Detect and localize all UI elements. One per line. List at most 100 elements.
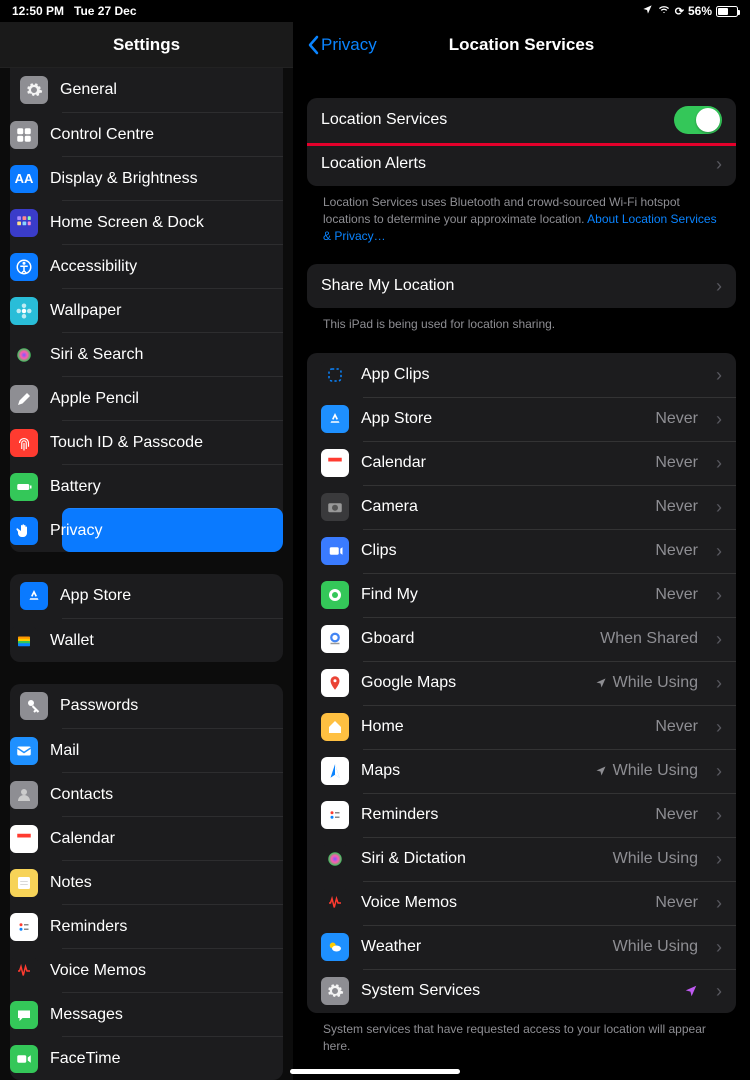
sidebar-item-passwords[interactable]: Passwords bbox=[10, 684, 283, 728]
toggle-label: Location Services bbox=[321, 111, 447, 129]
person-icon bbox=[10, 781, 38, 809]
sidebar-item-label: Home Screen & Dock bbox=[50, 214, 204, 232]
sidebar-item-contacts[interactable]: Contacts bbox=[62, 772, 283, 816]
app-row-calendar[interactable]: CalendarNever› bbox=[307, 441, 736, 485]
home-indicator[interactable] bbox=[290, 1069, 460, 1074]
sidebar-item-label: Battery bbox=[50, 478, 101, 496]
share-my-location-row[interactable]: Share My Location › bbox=[307, 264, 736, 308]
sidebar-item-label: General bbox=[60, 81, 117, 99]
wx-icon bbox=[321, 933, 349, 961]
app-row-camera[interactable]: CameraNever› bbox=[307, 485, 736, 529]
mail-icon bbox=[10, 737, 38, 765]
cam-icon bbox=[321, 493, 349, 521]
chevron-right-icon: › bbox=[716, 981, 722, 1002]
sidebar-item-siri-search[interactable]: Siri & Search bbox=[62, 332, 283, 376]
app-row-reminders[interactable]: RemindersNever› bbox=[307, 793, 736, 837]
location-icon bbox=[642, 4, 653, 18]
chevron-right-icon: › bbox=[716, 585, 722, 606]
app-value: Never bbox=[655, 410, 698, 428]
back-button[interactable]: Privacy bbox=[307, 35, 377, 55]
sidebar-item-home-screen-dock[interactable]: Home Screen & Dock bbox=[62, 200, 283, 244]
rotation-lock-icon: ⟳ bbox=[675, 5, 684, 18]
sidebar-item-mail[interactable]: Mail bbox=[62, 728, 283, 772]
sidebar-item-label: Passwords bbox=[60, 697, 138, 715]
A-icon bbox=[20, 582, 48, 610]
sidebar-item-voice-memos[interactable]: Voice Memos bbox=[62, 948, 283, 992]
chevron-right-icon: › bbox=[716, 276, 722, 297]
app-value: While Using bbox=[595, 674, 698, 692]
app-value: Never bbox=[655, 718, 698, 736]
finger-icon bbox=[10, 429, 38, 457]
sidebar-item-label: App Store bbox=[60, 587, 131, 605]
app-row-app-clips[interactable]: App Clips› bbox=[307, 353, 736, 397]
key-icon bbox=[20, 692, 48, 720]
batt-icon bbox=[10, 473, 38, 501]
ft-icon bbox=[10, 1045, 38, 1073]
app-row-weather[interactable]: WeatherWhile Using› bbox=[307, 925, 736, 969]
home-icon bbox=[321, 713, 349, 741]
chevron-left-icon bbox=[307, 35, 319, 55]
app-label: System Services bbox=[361, 982, 480, 1000]
sidebar-item-touch-id-passcode[interactable]: Touch ID & Passcode bbox=[62, 420, 283, 464]
back-label: Privacy bbox=[321, 35, 377, 55]
app-row-app-store[interactable]: App StoreNever› bbox=[307, 397, 736, 441]
location-services-toggle-row[interactable]: Location Services bbox=[307, 98, 736, 142]
wallet-icon bbox=[10, 627, 38, 655]
sidebar-item-display-brightness[interactable]: AADisplay & Brightness bbox=[62, 156, 283, 200]
sidebar-item-notes[interactable]: Notes bbox=[62, 860, 283, 904]
sidebar-item-label: Wallet bbox=[50, 632, 94, 650]
app-row-voice-memos[interactable]: Voice MemosNever› bbox=[307, 881, 736, 925]
sidebar-item-battery[interactable]: Battery bbox=[62, 464, 283, 508]
chevron-right-icon: › bbox=[716, 453, 722, 474]
app-value: Never bbox=[655, 806, 698, 824]
sidebar-item-facetime[interactable]: FaceTime bbox=[62, 1036, 283, 1080]
sidebar-item-messages[interactable]: Messages bbox=[62, 992, 283, 1036]
app-row-system-services[interactable]: System Services › bbox=[307, 969, 736, 1013]
app-row-siri-dictation[interactable]: Siri & DictationWhile Using› bbox=[307, 837, 736, 881]
sidebar-item-label: Mail bbox=[50, 742, 79, 760]
app-row-google-maps[interactable]: Google MapsWhile Using› bbox=[307, 661, 736, 705]
wave-icon bbox=[321, 889, 349, 917]
sidebar-item-apple-pencil[interactable]: Apple Pencil bbox=[62, 376, 283, 420]
sidebar-item-control-centre[interactable]: Control Centre bbox=[62, 112, 283, 156]
app-row-find-my[interactable]: Find MyNever› bbox=[307, 573, 736, 617]
cc-icon bbox=[10, 121, 38, 149]
sidebar-item-label: Apple Pencil bbox=[50, 390, 139, 408]
settings-sidebar: Settings GeneralControl CentreAADisplay … bbox=[0, 22, 293, 1080]
acc-icon bbox=[10, 253, 38, 281]
clips-icon bbox=[321, 537, 349, 565]
app-row-home[interactable]: HomeNever› bbox=[307, 705, 736, 749]
sidebar-item-privacy[interactable]: Privacy bbox=[62, 508, 283, 552]
sidebar-item-label: Control Centre bbox=[50, 126, 154, 144]
sidebar-item-app-store[interactable]: App Store bbox=[10, 574, 283, 618]
sidebar-item-label: Accessibility bbox=[50, 258, 137, 276]
app-label: Clips bbox=[361, 542, 397, 560]
app-label: App Clips bbox=[361, 366, 429, 384]
app-row-clips[interactable]: ClipsNever› bbox=[307, 529, 736, 573]
sidebar-item-general[interactable]: General bbox=[10, 68, 283, 112]
chevron-right-icon: › bbox=[716, 849, 722, 870]
location-alerts-row[interactable]: Location Alerts › bbox=[307, 142, 736, 186]
app-value: Never bbox=[655, 454, 698, 472]
pencil-icon bbox=[10, 385, 38, 413]
sidebar-item-label: Messages bbox=[50, 1006, 123, 1024]
row-label: Share My Location bbox=[321, 277, 454, 295]
sidebar-item-reminders[interactable]: Reminders bbox=[62, 904, 283, 948]
sidebar-item-label: Privacy bbox=[50, 522, 102, 540]
flower-icon bbox=[10, 297, 38, 325]
chevron-right-icon: › bbox=[716, 497, 722, 518]
sidebar-item-accessibility[interactable]: Accessibility bbox=[62, 244, 283, 288]
app-row-maps[interactable]: MapsWhile Using› bbox=[307, 749, 736, 793]
sidebar-item-wallet[interactable]: Wallet bbox=[62, 618, 283, 662]
rem-icon bbox=[321, 801, 349, 829]
app-row-gboard[interactable]: GboardWhen Shared› bbox=[307, 617, 736, 661]
battery-icon bbox=[716, 6, 738, 17]
app-label: Home bbox=[361, 718, 404, 736]
location-services-toggle[interactable] bbox=[674, 106, 722, 134]
sidebar-item-calendar[interactable]: Calendar bbox=[62, 816, 283, 860]
sidebar-item-wallpaper[interactable]: Wallpaper bbox=[62, 288, 283, 332]
chevron-right-icon: › bbox=[716, 541, 722, 562]
sidebar-group: GeneralControl CentreAADisplay & Brightn… bbox=[10, 68, 283, 552]
gear-icon bbox=[20, 76, 48, 104]
app-label: Reminders bbox=[361, 806, 438, 824]
